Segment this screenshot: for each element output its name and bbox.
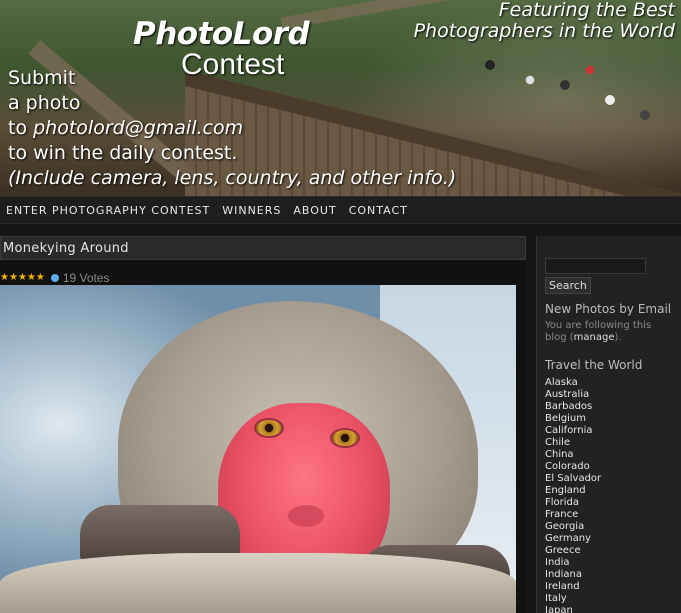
- travel-item[interactable]: Colorado: [545, 461, 601, 473]
- main-nav: ENTER PHOTOGRAPHY CONTEST WINNERS ABOUT …: [0, 196, 681, 224]
- travel-item[interactable]: Barbados: [545, 401, 601, 413]
- travel-item[interactable]: Australia: [545, 389, 601, 401]
- travel-item[interactable]: France: [545, 509, 601, 521]
- nav-winners[interactable]: WINNERS: [222, 204, 281, 217]
- email-subscribe-note: You are following this blog (manage).: [545, 320, 675, 344]
- star-icon[interactable]: ★: [0, 273, 9, 283]
- submit-line-5: (Include camera, lens, country, and othe…: [8, 167, 457, 189]
- crowd-graphic: [470, 45, 681, 145]
- tagline-line-1: Featuring the Best: [498, 0, 675, 21]
- travel-item[interactable]: El Salvador: [545, 473, 601, 485]
- search-input[interactable]: [545, 258, 646, 274]
- post-title-bar: Monekying Around: [0, 236, 526, 260]
- vote-count: 19 Votes: [62, 271, 110, 285]
- rating-row: ★ ★ ★ ★ ★ 19 Votes: [0, 271, 110, 285]
- travel-item[interactable]: Belgium: [545, 413, 601, 425]
- header-banner: PhotoLord Contest Featuring the Best Pho…: [0, 0, 681, 196]
- nav-about[interactable]: ABOUT: [293, 204, 336, 217]
- star-icon[interactable]: ★: [18, 273, 27, 283]
- travel-heading: Travel the World: [545, 358, 643, 372]
- rock-ledge: [0, 553, 516, 613]
- travel-item[interactable]: California: [545, 425, 601, 437]
- travel-item[interactable]: Japan: [545, 605, 601, 613]
- star-icon[interactable]: ★: [9, 273, 18, 283]
- travel-item[interactable]: England: [545, 485, 601, 497]
- tagline: Featuring the Best Photographers in the …: [414, 0, 675, 42]
- post-title[interactable]: Monekying Around: [3, 241, 129, 256]
- submit-instructions: Submit a photo to photolord@gmail.com to…: [8, 66, 456, 191]
- travel-item[interactable]: India: [545, 557, 601, 569]
- nav-enter-contest[interactable]: ENTER PHOTOGRAPHY CONTEST: [6, 204, 210, 217]
- submit-to-text: to: [8, 117, 34, 139]
- site-title[interactable]: PhotoLord: [133, 16, 310, 52]
- travel-item[interactable]: China: [545, 449, 601, 461]
- submit-email-link[interactable]: photolord@gmail.com: [33, 117, 243, 139]
- search-button[interactable]: Search: [545, 277, 591, 294]
- travel-item[interactable]: Germany: [545, 533, 601, 545]
- submit-line-1: Submit: [8, 67, 76, 89]
- monkey-right-eye: [330, 428, 360, 448]
- email-note-suffix: ).: [614, 332, 622, 343]
- travel-item[interactable]: Florida: [545, 497, 601, 509]
- travel-item[interactable]: Georgia: [545, 521, 601, 533]
- sidebar: Search New Photos by Email You are follo…: [536, 236, 681, 613]
- tagline-line-2: Photographers in the World: [413, 20, 675, 42]
- manage-link[interactable]: manage: [574, 332, 615, 343]
- travel-item[interactable]: Greece: [545, 545, 601, 557]
- submit-line-4: to win the daily contest.: [8, 142, 238, 164]
- travel-list: Alaska Australia Barbados Belgium Califo…: [545, 377, 601, 613]
- travel-item[interactable]: Chile: [545, 437, 601, 449]
- submit-line-3: to photolord@gmail.com: [8, 116, 456, 141]
- submit-line-2: a photo: [8, 92, 81, 114]
- star-icon[interactable]: ★: [36, 273, 45, 283]
- star-icon[interactable]: ★: [27, 273, 36, 283]
- travel-item[interactable]: Italy: [545, 593, 601, 605]
- info-icon[interactable]: [50, 274, 59, 282]
- email-subscribe-heading: New Photos by Email: [545, 302, 672, 316]
- nav-contact[interactable]: CONTACT: [349, 204, 408, 217]
- travel-item[interactable]: Alaska: [545, 377, 601, 389]
- travel-item[interactable]: Indiana: [545, 569, 601, 581]
- monkey-nose: [288, 505, 324, 527]
- monkey-left-eye: [254, 418, 284, 438]
- travel-item[interactable]: Ireland: [545, 581, 601, 593]
